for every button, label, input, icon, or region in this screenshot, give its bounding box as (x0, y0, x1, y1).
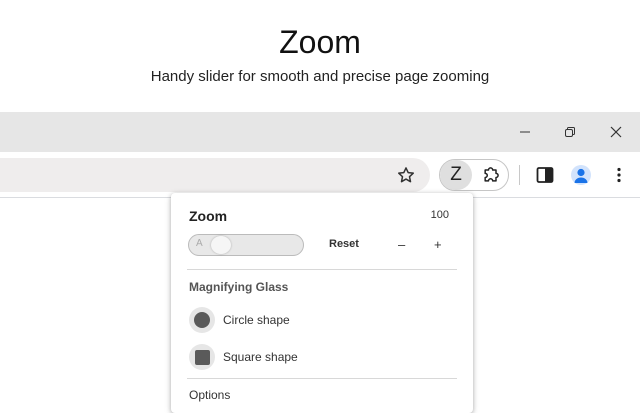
restore-icon (565, 127, 575, 137)
circle-shape-label[interactable]: Circle shape (223, 313, 290, 327)
star-icon[interactable] (396, 165, 416, 185)
circle-shape-button[interactable] (189, 307, 215, 333)
popup-title: Zoom (189, 208, 228, 224)
popup-divider (187, 378, 457, 379)
promo-header: Zoom Handy slider for smooth and precise… (0, 0, 640, 112)
zoom-out-button[interactable]: – (398, 237, 405, 252)
popup-divider (187, 269, 457, 270)
zoom-in-button[interactable]: + (434, 237, 442, 252)
side-panel-icon[interactable] (536, 166, 554, 184)
more-vertical-icon[interactable] (610, 166, 628, 184)
address-bar[interactable] (0, 158, 430, 192)
slider-label: A (196, 238, 203, 249)
reset-button[interactable]: Reset (329, 238, 359, 250)
zoom-extension-button[interactable]: Z (440, 160, 472, 190)
square-shape-button[interactable] (189, 344, 215, 370)
zoom-value: 100 (430, 209, 449, 221)
square-shape-label[interactable]: Square shape (223, 350, 298, 364)
slider-thumb[interactable] (211, 236, 231, 254)
promo-subtitle: Handy slider for smooth and precise page… (150, 68, 490, 85)
avatar-icon[interactable] (571, 165, 591, 185)
restore-button[interactable] (550, 112, 590, 152)
square-icon (194, 349, 210, 365)
magnifying-glass-heading: Magnifying Glass (189, 280, 289, 294)
zoom-slider[interactable]: A (188, 234, 304, 256)
close-button[interactable] (596, 112, 636, 152)
promo-title: Zoom (279, 24, 361, 60)
circle-icon (194, 312, 210, 328)
puzzle-icon[interactable] (481, 165, 501, 185)
minimize-button[interactable] (505, 112, 545, 152)
close-icon (610, 126, 622, 138)
minimize-icon (520, 131, 530, 133)
zoom-popup: Zoom 100 A Reset – + Magnifying Glass Ci… (171, 193, 473, 413)
toolbar-divider (519, 165, 520, 185)
